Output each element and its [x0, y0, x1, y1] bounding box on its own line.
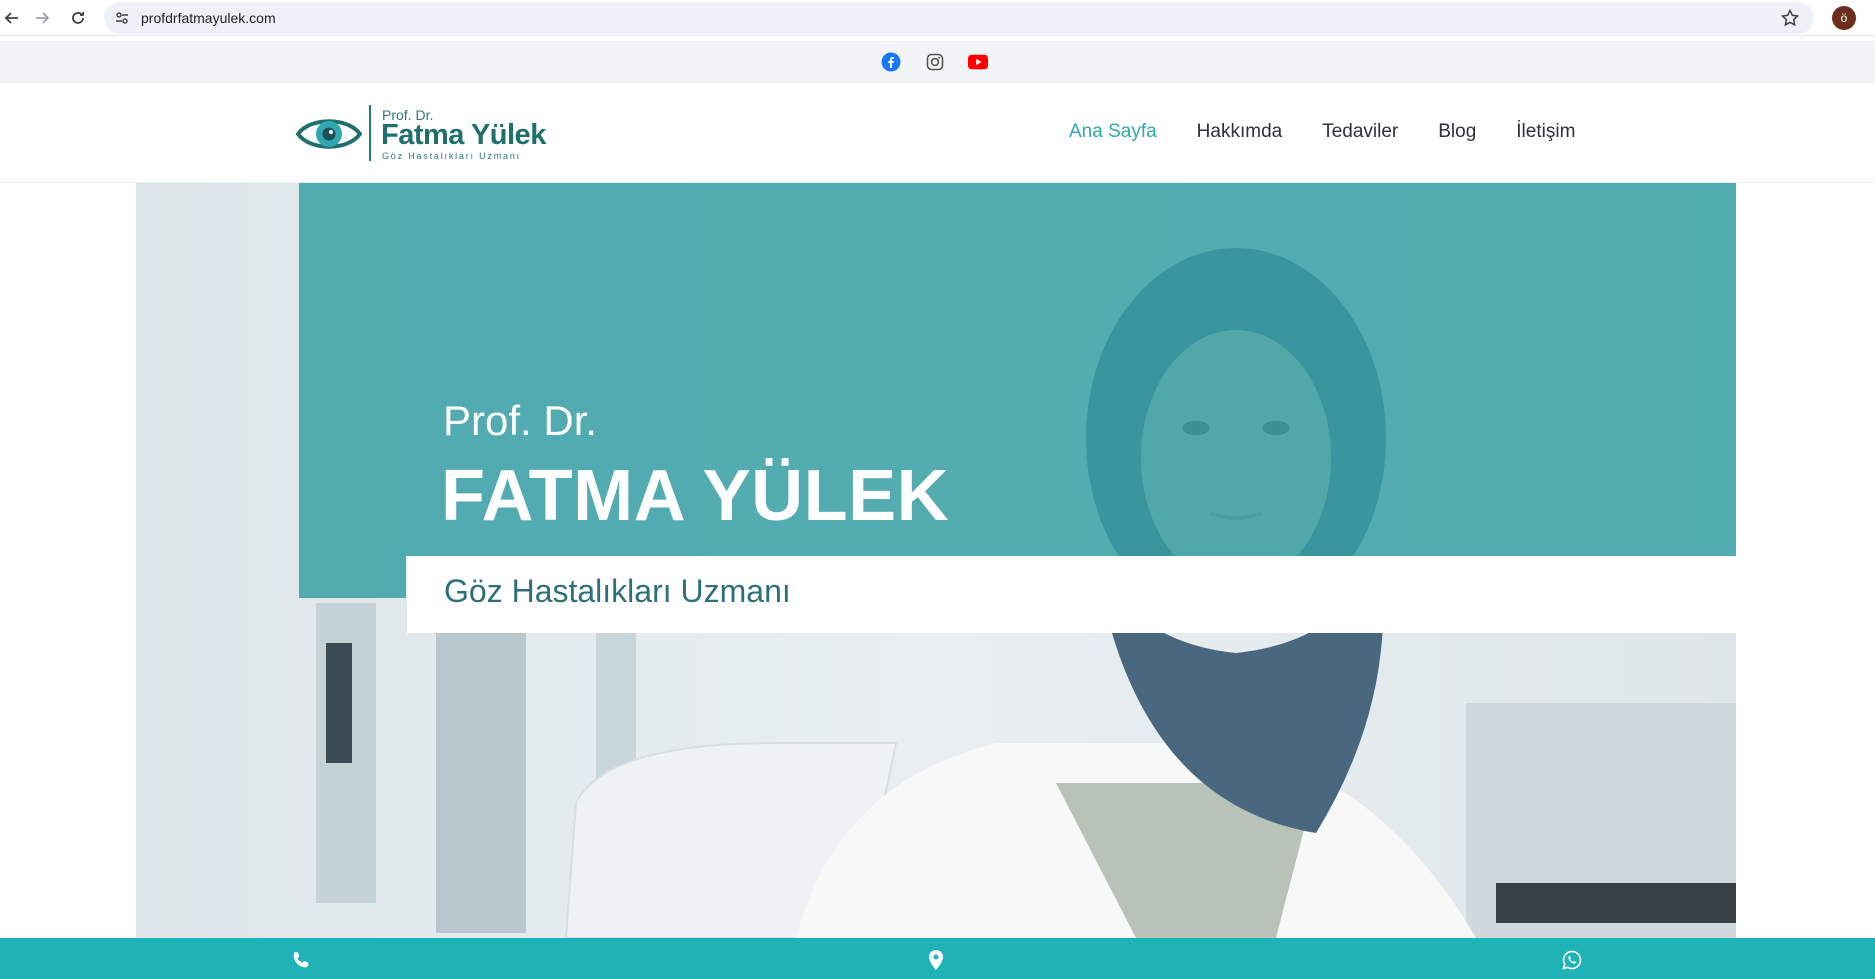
- location-pin-icon[interactable]: [925, 949, 947, 971]
- logo-name: Fatma Yülek: [381, 119, 546, 151]
- forward-arrow-icon[interactable]: [30, 6, 54, 30]
- hero-specialty: Göz Hastalıkları Uzmanı: [444, 573, 791, 609]
- contact-bar: [0, 938, 1875, 979]
- nav-about[interactable]: Hakkımda: [1197, 121, 1283, 143]
- facebook-icon[interactable]: [881, 52, 901, 72]
- back-arrow-icon[interactable]: [0, 6, 24, 30]
- hero-doctor-name: FATMA YÜLEK: [441, 456, 950, 536]
- hero-title-prefix: Prof. Dr.: [443, 397, 598, 444]
- hero-banner: Prof. Dr. FATMA YÜLEK Göz Hastalıkları U…: [136, 183, 1736, 938]
- nav-blog[interactable]: Blog: [1438, 121, 1476, 143]
- nav-contact[interactable]: İletişim: [1516, 121, 1575, 143]
- hero-teal-panel-tail: [299, 556, 406, 598]
- site-header: Prof. Dr. Fatma Yülek Göz Hastalıkları U…: [0, 83, 1875, 183]
- youtube-icon[interactable]: [968, 52, 988, 72]
- main-navigation: Ana Sayfa Hakkımda Tedaviler Blog İletiş…: [1069, 121, 1615, 143]
- reload-icon[interactable]: [66, 6, 90, 30]
- logo-divider: [369, 105, 371, 161]
- whatsapp-icon[interactable]: [1561, 949, 1583, 971]
- eye-logo-icon: [296, 119, 362, 149]
- social-bar: [0, 41, 1875, 83]
- logo-subtitle: Göz Hastalıkları Uzmanı: [382, 151, 521, 161]
- nav-home[interactable]: Ana Sayfa: [1069, 121, 1157, 143]
- profile-avatar[interactable]: ö: [1832, 6, 1856, 30]
- browser-toolbar: profdrfatmayulek.com ö: [0, 0, 1875, 36]
- address-bar[interactable]: profdrfatmayulek.com: [104, 2, 1814, 34]
- url-text: profdrfatmayulek.com: [141, 10, 276, 26]
- bookmark-star-icon[interactable]: [1780, 8, 1800, 28]
- phone-icon[interactable]: [290, 949, 312, 971]
- site-settings-icon[interactable]: [114, 10, 130, 26]
- site-logo[interactable]: Prof. Dr. Fatma Yülek Göz Hastalıkları U…: [296, 103, 556, 163]
- instagram-icon[interactable]: [925, 52, 945, 72]
- nav-treatments[interactable]: Tedaviler: [1322, 121, 1398, 143]
